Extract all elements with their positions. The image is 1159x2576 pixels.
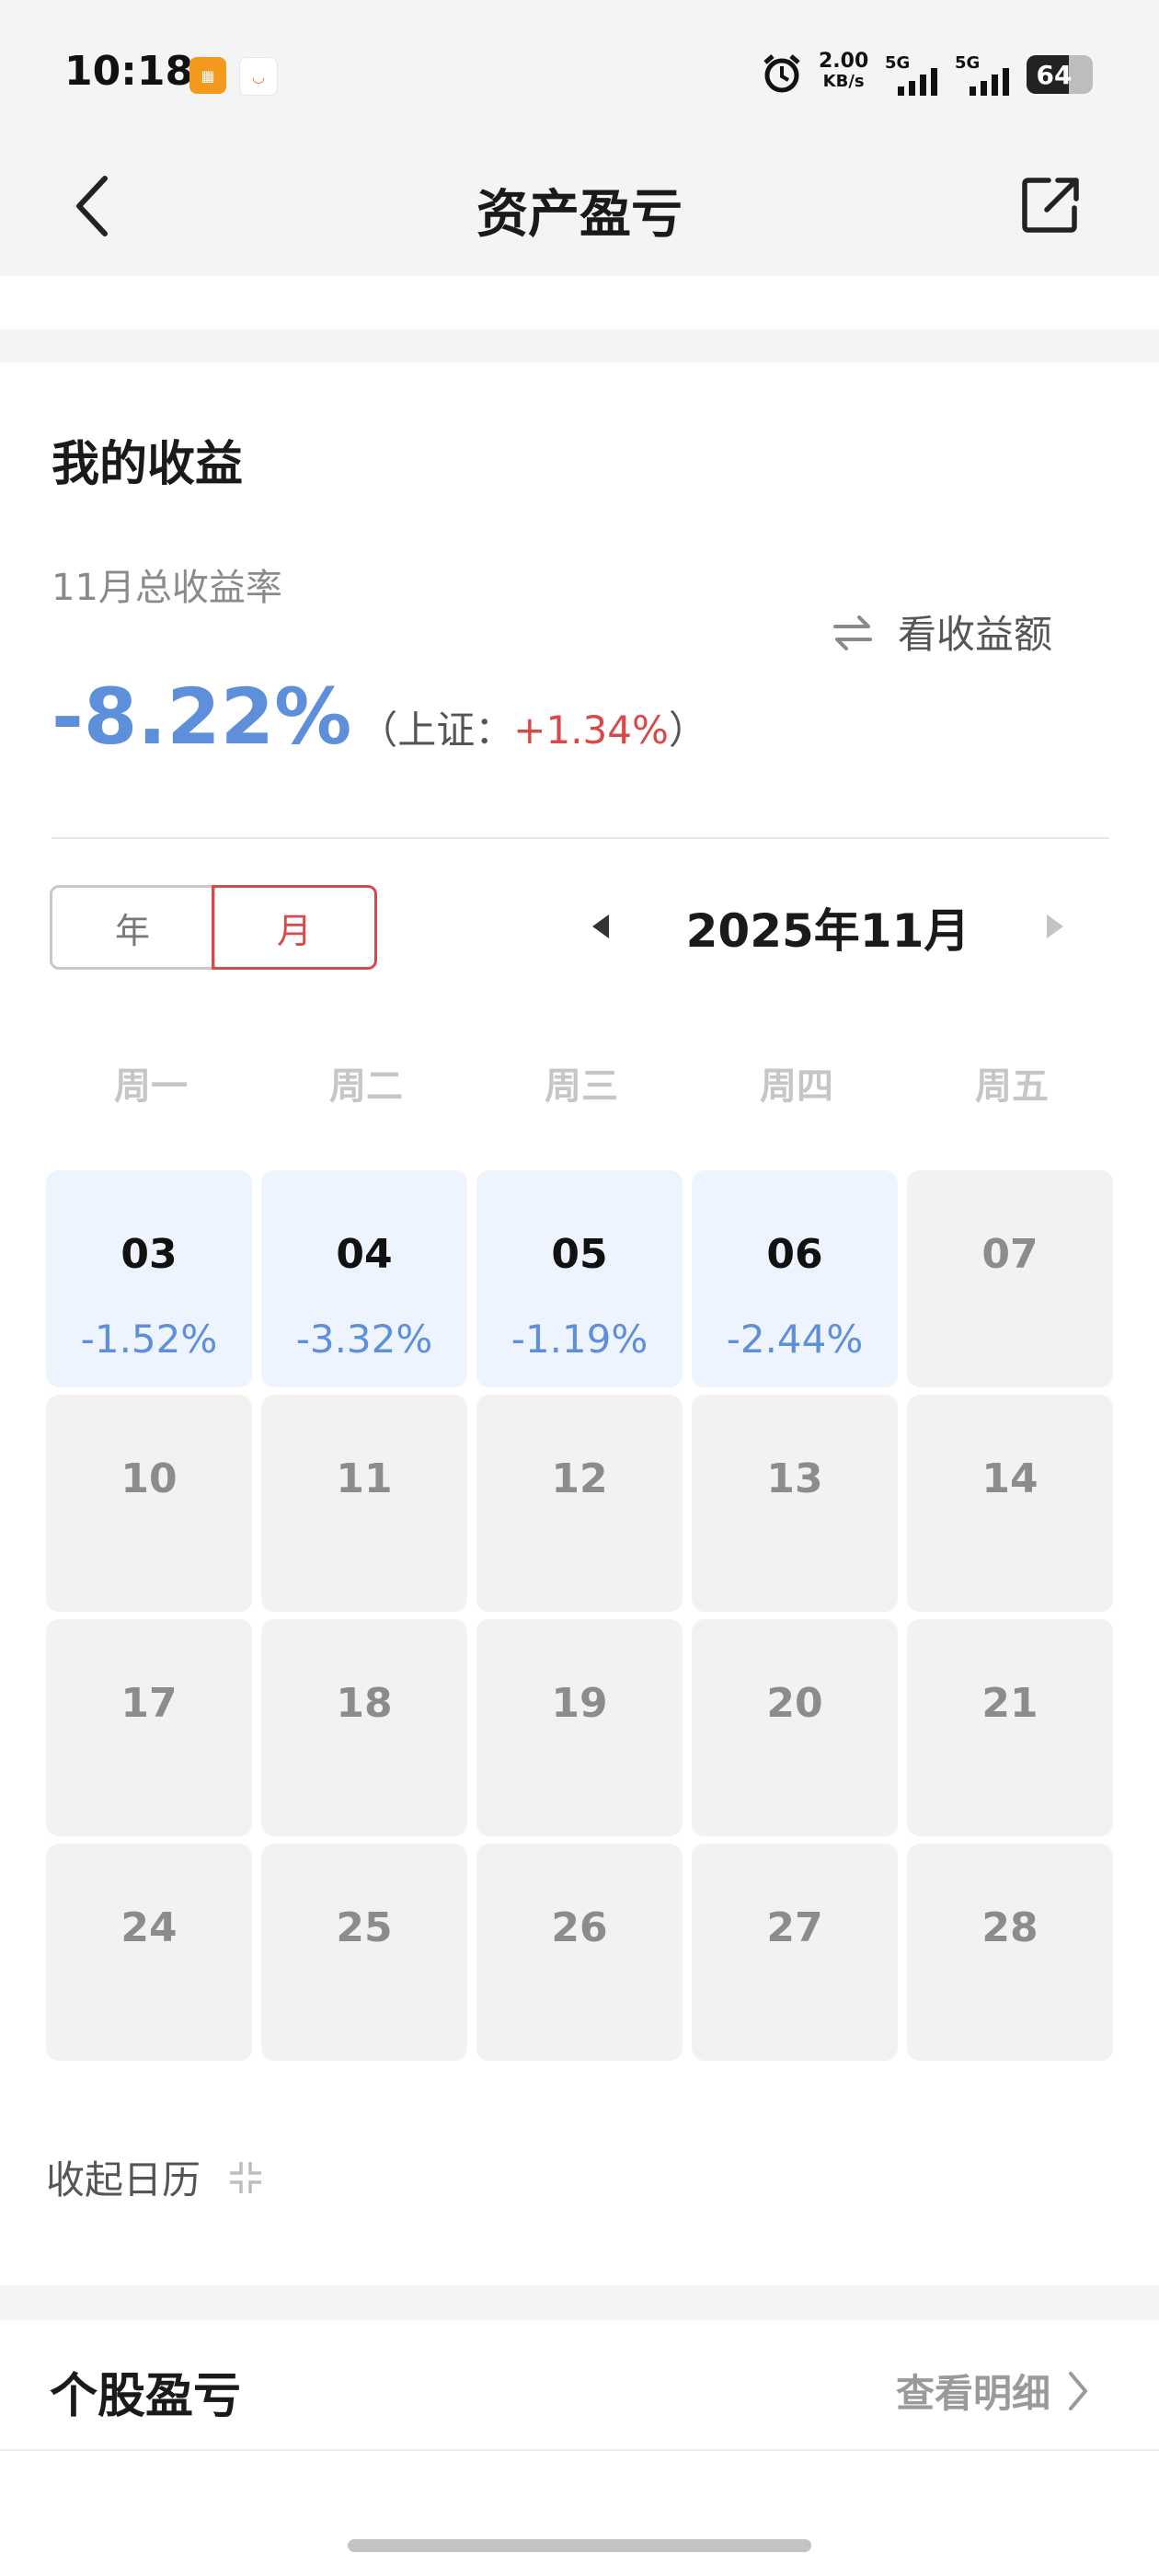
calendar-cell[interactable]: 12 <box>476 1395 683 1612</box>
didi-notification-icon: ◡ <box>239 57 278 96</box>
view-details-label: 查看明细 <box>896 2371 1051 2416</box>
day-number: 07 <box>981 1231 1039 1278</box>
day-number: 26 <box>551 1904 608 1951</box>
calendar-cell[interactable]: 25 <box>261 1844 467 2061</box>
status-time: 10:18 <box>64 48 194 95</box>
day-number: 24 <box>120 1904 178 1951</box>
day-number: 12 <box>551 1455 608 1502</box>
day-return: -1.19% <box>511 1317 648 1362</box>
section-title-stocks: 个股盈亏 <box>50 2369 242 2424</box>
tab-month[interactable]: 月 <box>212 885 377 970</box>
day-number: 17 <box>120 1680 178 1727</box>
day-number: 20 <box>766 1680 823 1727</box>
calendar-cell[interactable]: 13 <box>692 1395 898 1612</box>
day-return: -2.44% <box>726 1317 864 1362</box>
index-value: +1.34% <box>513 707 669 753</box>
day-number: 25 <box>336 1904 393 1951</box>
day-number: 14 <box>981 1455 1039 1502</box>
rate-row: -8.22% （上证： +1.34% ） <box>52 672 707 762</box>
share-external-icon[interactable] <box>1021 175 1082 236</box>
day-number: 18 <box>336 1680 393 1727</box>
net-speed: 2.00 KB/s <box>819 52 868 92</box>
signal-1-icon <box>898 68 937 96</box>
day-number: 28 <box>981 1904 1039 1951</box>
day-number: 05 <box>551 1231 608 1278</box>
calendar-cell[interactable]: 19 <box>476 1619 683 1836</box>
day-number: 03 <box>120 1231 178 1278</box>
day-number: 27 <box>766 1904 823 1951</box>
index-open: （上证： <box>359 707 514 753</box>
divider <box>52 837 1109 839</box>
toggle-label: 看收益额 <box>898 612 1053 657</box>
battery-level: 64 <box>1036 59 1073 90</box>
top-band <box>0 276 1159 329</box>
day-number: 04 <box>336 1231 393 1278</box>
weekday-mon: 周一 <box>114 1065 188 1108</box>
calendar-cell[interactable]: 28 <box>907 1844 1113 2061</box>
net-speed-value: 2.00 <box>819 50 869 73</box>
calendar-cell[interactable]: 21 <box>907 1619 1113 1836</box>
calendar-cell[interactable]: 26 <box>476 1844 683 2061</box>
swap-icon <box>833 615 872 650</box>
collapse-icon <box>230 2161 262 2193</box>
weekday-tue: 周二 <box>329 1065 403 1108</box>
signal-2-icon <box>970 68 1009 96</box>
next-month-icon[interactable] <box>1043 911 1067 942</box>
collapse-calendar-button[interactable]: 收起日历 <box>46 2149 265 2205</box>
view-details-link[interactable]: 查看明细 <box>896 2363 1091 2419</box>
weekday-fri: 周五 <box>975 1065 1049 1108</box>
app-notification-icon: ▦ <box>189 57 226 94</box>
index-close: ） <box>668 707 707 753</box>
chevron-right-icon <box>1069 2371 1088 2410</box>
bottom-area <box>0 2451 1159 2576</box>
collapse-label: 收起日历 <box>46 2157 201 2202</box>
day-number: 13 <box>766 1455 823 1502</box>
day-number: 19 <box>551 1680 608 1727</box>
battery-icon: 64 <box>1027 55 1093 94</box>
day-number: 10 <box>120 1455 178 1502</box>
toggle-earnings-amount[interactable]: 看收益额 <box>832 604 1052 660</box>
calendar-cell[interactable]: 20 <box>692 1619 898 1836</box>
day-number: 21 <box>981 1680 1039 1727</box>
alarm-icon <box>763 54 800 93</box>
calendar-cell[interactable]: 05 -1.19% <box>476 1170 683 1387</box>
weekday-thu: 周四 <box>760 1065 833 1108</box>
calendar-cell[interactable]: 18 <box>261 1619 467 1836</box>
total-return-rate: -8.22% <box>52 672 352 762</box>
page-title: 资产盈亏 <box>476 185 683 245</box>
calendar-cell[interactable]: 04 -3.32% <box>261 1170 467 1387</box>
calendar-cell[interactable]: 14 <box>907 1395 1113 1612</box>
calendar-cell[interactable]: 10 <box>46 1395 252 1612</box>
day-number: 11 <box>336 1455 393 1502</box>
day-return: -3.32% <box>295 1317 433 1362</box>
day-number: 06 <box>766 1231 823 1278</box>
section-title-earnings: 我的收益 <box>52 437 244 492</box>
month-label: 2025年11月 <box>685 904 970 958</box>
net-speed-unit: KB/s <box>822 72 865 91</box>
calendar-cell[interactable]: 06 -2.44% <box>692 1170 898 1387</box>
period-label: 11月总收益率 <box>52 567 282 609</box>
calendar-cell[interactable]: 24 <box>46 1844 252 2061</box>
calendar-cell[interactable]: 17 <box>46 1619 252 1836</box>
home-indicator[interactable] <box>348 2539 811 2552</box>
calendar-cell[interactable]: 07 <box>907 1170 1113 1387</box>
calendar-cell[interactable]: 27 <box>692 1844 898 2061</box>
tab-year[interactable]: 年 <box>50 885 215 970</box>
weekday-wed: 周三 <box>545 1065 618 1108</box>
calendar-cell[interactable]: 11 <box>261 1395 467 1612</box>
day-return: -1.52% <box>80 1317 218 1362</box>
calendar-cell[interactable]: 03 -1.52% <box>46 1170 252 1387</box>
prev-month-icon[interactable] <box>589 911 613 942</box>
